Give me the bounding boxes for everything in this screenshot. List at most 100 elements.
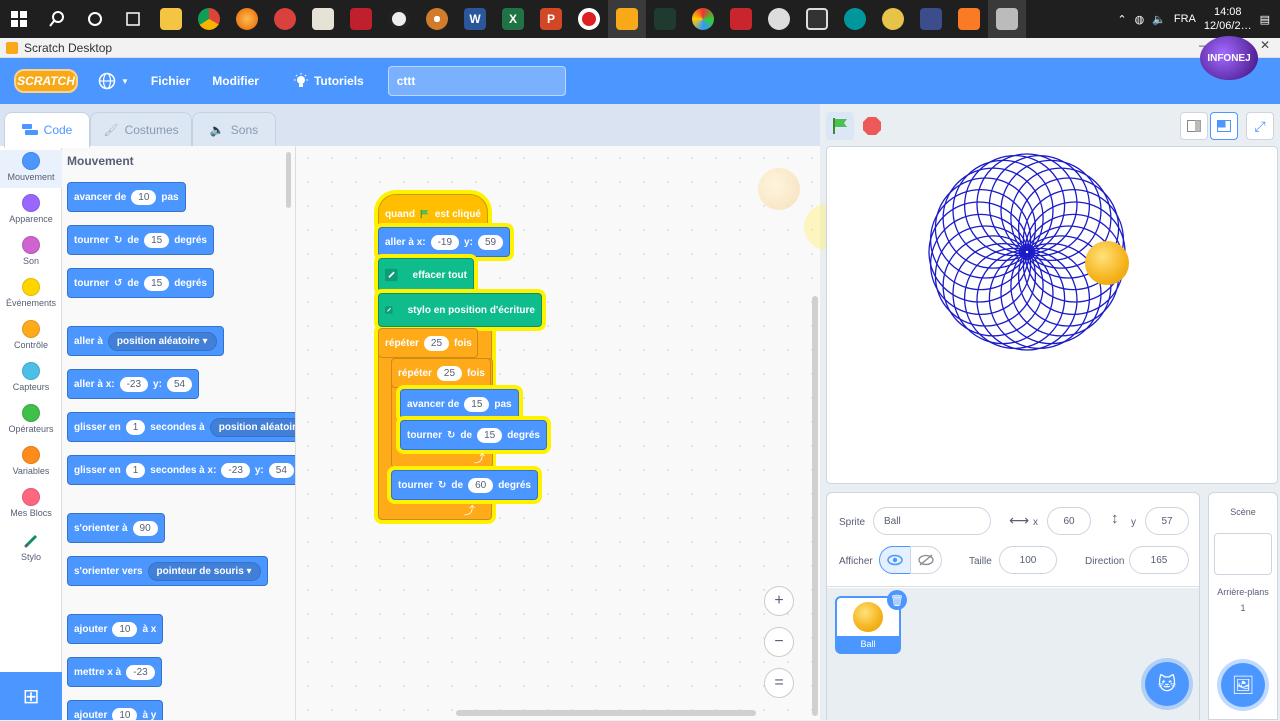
palette-block-glide-xy[interactable]: glisser en 1 secondes à x: -23 y: 54 [67,455,295,485]
chevron-up-icon[interactable]: ⌃ [1117,13,1126,26]
app-red-icon[interactable] [266,0,304,38]
category-events[interactable]: Événements [0,278,62,308]
fullscreen-button[interactable]: ⤢ [1246,112,1274,140]
file-explorer-icon[interactable] [152,0,190,38]
category-sensing[interactable]: Capteurs [0,362,62,392]
stop-button[interactable] [858,112,886,140]
script-hat-flag-clicked[interactable]: quand est cliqué [378,194,488,228]
add-extension-button[interactable]: ⊞ [0,672,62,720]
category-operators[interactable]: Opérateurs [0,404,62,434]
palette-block-goto[interactable]: aller à position aléatoire ▾ [67,326,224,356]
firefox-icon[interactable] [228,0,266,38]
block-input[interactable]: 15 [144,232,170,248]
chrome-icon[interactable] [190,0,228,38]
download-icon[interactable] [342,0,380,38]
app-person-icon[interactable] [304,0,342,38]
palette-block-turn-right[interactable]: tourner ↻ de 15 degrés [67,225,214,255]
panda-icon[interactable] [760,0,798,38]
script-block-pen-clear[interactable]: effacer tout [378,258,474,292]
green-flag-button[interactable] [826,112,854,140]
volume-icon[interactable]: 🔈 [1152,13,1166,26]
task-view-icon[interactable] [114,0,152,38]
choose-backdrop-button[interactable]: 🖼 [1221,663,1265,707]
palette-block-point-towards[interactable]: s'orienter vers pointeur de souris ▾ [67,556,268,586]
block-input[interactable]: -23 [119,376,149,392]
block-input[interactable]: -23 [126,664,155,680]
category-looks[interactable]: Apparence [0,194,62,224]
palette-block-set-x[interactable]: mettre x à -23 [67,657,162,687]
category-control[interactable]: Contrôle [0,320,62,350]
search-icon[interactable] [38,0,76,38]
tab-sounds[interactable]: 🔈 Sons [192,112,276,148]
block-input[interactable]: 60 [468,477,494,493]
palette-block-point-direction[interactable]: s'orienter à 90 [67,513,165,543]
dev-icon[interactable] [912,0,950,38]
notification-icon[interactable]: ▤ [1260,13,1270,26]
palette-block-change-y[interactable]: ajouter 10 à y [67,700,164,720]
block-input[interactable]: 10 [131,189,157,205]
arduino-icon[interactable] [836,0,874,38]
script-block-turn-outer[interactable]: tourner ↻ de 60 degrés [391,470,538,500]
xampp-icon[interactable] [950,0,988,38]
globe-icon[interactable]: ◍ [1135,13,1145,26]
project-title-input[interactable]: cttt [387,66,566,96]
palette-block-glide[interactable]: glisser en 1 secondes à position aléatoi… [67,412,295,442]
script-block-repeat-inner[interactable]: répéter 25 fois [391,358,491,388]
y-input[interactable]: 57 [1145,507,1189,535]
block-input[interactable]: 1 [125,419,146,435]
block-input[interactable]: 10 [112,707,138,720]
block-dropdown[interactable]: position aléatoire ▾ [107,331,217,351]
small-stage-button[interactable] [1180,112,1208,140]
block-input[interactable]: 90 [132,520,158,536]
zoom-in-button[interactable]: + [764,586,794,616]
palette-block-move[interactable]: avancer de 10 pas [67,182,186,212]
show-visible-button[interactable] [879,546,911,574]
script-block-goto-xy[interactable]: aller à x: -19 y: 59 [378,227,511,257]
script-block-repeat-outer[interactable]: répéter 25 fois [378,328,478,358]
category-variables[interactable]: Variables [0,446,62,476]
show-hidden-button[interactable] [910,546,942,574]
acrobat-icon[interactable] [722,0,760,38]
zoom-out-button[interactable]: − [764,627,794,657]
clock[interactable]: 14:08 12/06/2… [1204,5,1252,33]
tutorials-menu[interactable]: Tutoriels [293,73,364,89]
tab-costumes[interactable]: 🖌 Costumes [90,112,192,148]
zoom-reset-button[interactable]: = [764,668,794,698]
category-my-blocks[interactable]: Mes Blocs [0,488,62,518]
file-menu[interactable]: Fichier [151,74,190,88]
scratch-logo[interactable]: SCRATCH [14,69,78,93]
infinity-icon[interactable] [874,0,912,38]
block-input[interactable]: 15 [464,396,490,412]
block-input[interactable]: 54 [166,376,193,392]
block-input[interactable]: 10 [112,621,138,637]
tab-code[interactable]: Code [4,112,90,148]
palette-scrollbar[interactable] [286,152,291,208]
block-input[interactable]: 15 [477,427,503,443]
color-app-icon[interactable] [684,0,722,38]
x-input[interactable]: 60 [1047,507,1091,535]
script-block-move[interactable]: avancer de 15 pas [400,389,519,419]
palette-block-turn-left[interactable]: tourner ↺ de 15 degrés [67,268,214,298]
block-input[interactable]: 25 [423,335,450,351]
language-indicator[interactable]: FRA [1174,13,1196,25]
word-icon[interactable]: W [456,0,494,38]
clapper-icon[interactable] [798,0,836,38]
script-block-pen-down[interactable]: stylo en position d'écriture [378,293,542,327]
block-input[interactable]: 15 [144,275,170,291]
video-app-icon[interactable] [988,0,1026,38]
choose-sprite-button[interactable]: 🐱 [1145,662,1189,706]
cortana-icon[interactable] [76,0,114,38]
block-input[interactable]: 59 [477,234,504,250]
app-dark-icon[interactable] [380,0,418,38]
size-input[interactable]: 100 [999,546,1057,574]
code-workspace[interactable]: quand est cliqué aller à x: -19 y: 59 ef… [296,146,850,720]
block-dropdown[interactable]: position aléatoire [209,417,295,437]
palette-block-goto-xy[interactable]: aller à x: -23 y: 54 [67,369,200,399]
palette-block-change-x[interactable]: ajouter 10 à x [67,614,164,644]
windows-start-icon[interactable] [0,0,38,38]
excel-icon[interactable]: X [494,0,532,38]
category-sound[interactable]: Son [0,236,62,266]
sprite-name-input[interactable]: Ball [873,507,991,535]
workspace-vertical-scrollbar[interactable] [812,296,818,716]
block-input[interactable]: 54 [268,462,294,478]
